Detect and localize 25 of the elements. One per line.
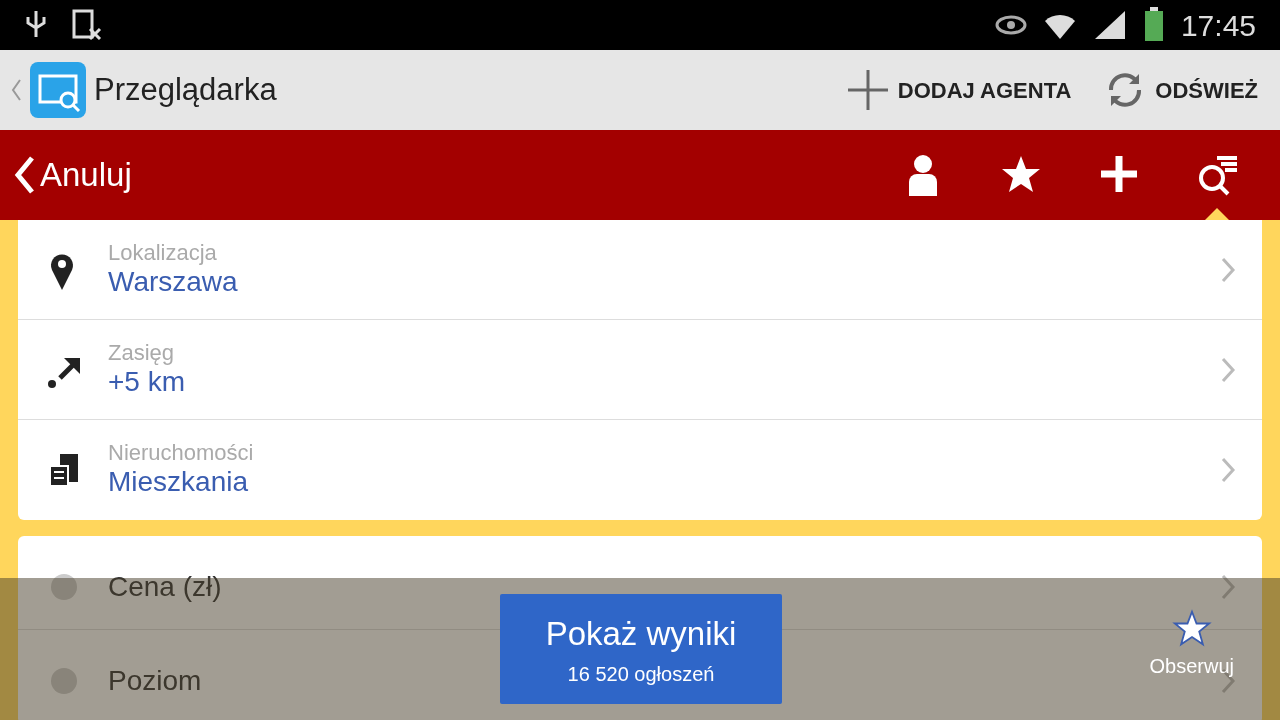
show-results-button[interactable]: Pokaż wyniki 16 520 ogłoszeń — [500, 594, 782, 704]
clock-time: 17:45 — [1180, 7, 1256, 44]
field-label: Zasięg — [108, 340, 175, 365]
back-caret-icon — [10, 78, 22, 102]
battery-icon — [1142, 7, 1165, 43]
field-label: Lokalizacja — [108, 240, 217, 265]
app-title: Przeglądarka — [94, 70, 278, 109]
add-agent-button[interactable]: DODAJ AGENTA — [833, 68, 1084, 112]
field-label: Poziom — [108, 664, 202, 698]
app-icon — [30, 62, 86, 118]
field-label: Nieruchomości — [108, 441, 254, 466]
field-label: Cena (zł) — [108, 569, 222, 604]
refresh-button[interactable]: ODŚWIEŻ — [1091, 68, 1270, 112]
field-value: Mieszkania — [108, 465, 249, 499]
document-icon — [72, 9, 102, 41]
field-value: +5 km — [108, 365, 186, 399]
back-chevron-icon — [14, 155, 36, 195]
eye-icon — [994, 15, 1027, 35]
chevron-icon — [1220, 255, 1236, 284]
field-value: Warszawa — [108, 265, 238, 299]
plus-icon — [845, 68, 890, 112]
star-icon — [1171, 609, 1212, 647]
chevron-icon — [1220, 456, 1236, 484]
chevron-icon — [1220, 572, 1236, 601]
chevron-icon — [1220, 355, 1236, 384]
